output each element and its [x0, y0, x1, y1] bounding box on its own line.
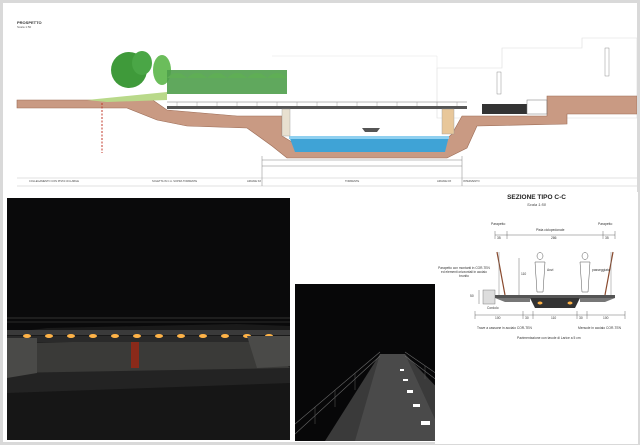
parapetto-right-label: Parapetto [598, 222, 613, 226]
elevation-drawing: PROSPETTO Scala 1:50 COLLEGAMENTO CON PI… [7, 8, 637, 194]
elevation-scale: Scala 1:50 [17, 25, 32, 29]
bottom-dim-2: 30 [525, 316, 529, 320]
mensole-label: Mensole in acciaio COR-TEN [578, 326, 622, 330]
section-cc-drawing: SEZIONE TIPO C-C Scala 1:50 Parapetto Pi… [435, 192, 638, 444]
parapetto-left-label: Parapetto [491, 222, 506, 226]
trave-label: Trave a cassone in acciaio COR-TEN [477, 326, 532, 330]
elevation-label: TORRENTE [345, 180, 360, 183]
dim-right: 35 [605, 236, 609, 240]
bottom-dim-4: 30 [579, 316, 583, 320]
elevation-graphic [16, 37, 637, 187]
figure-label-b: passeggiata [592, 268, 610, 272]
figure-label-a: Anzi [547, 268, 554, 272]
dim-left: 35 [497, 236, 501, 240]
elevation-label: COLLEGAMENTO CON PISTA CICLABILE [29, 180, 79, 183]
cordolo-label: Cordolo [487, 306, 499, 310]
elevation-label: ARGINE SX [247, 180, 262, 183]
night-render-bridge-side [7, 198, 290, 440]
rail-height: 110 [521, 272, 527, 276]
dim-center: 286 [551, 236, 557, 240]
bottom-dim-5: 100 [603, 316, 609, 320]
height-dim: 50 [470, 294, 474, 298]
elevation-label: INTERVENTO [463, 180, 480, 183]
elevation-label: SOLETTA IN C.A. SOPRA TORRENTE [152, 180, 198, 183]
parapet-note: Parapetto con montanti in COR-TEN ed ele… [438, 266, 490, 278]
bottom-dim-3: 110 [551, 316, 557, 320]
presentation-sheet: PROSPETTO Scala 1:50 COLLEGAMENTO CON PI… [3, 3, 638, 444]
elevation-label: ARGINE DX [437, 180, 452, 183]
night-render-graphic [7, 198, 290, 440]
pavimentazione-label: Pavimentazione con tavole di Larice a 5 … [517, 336, 581, 340]
bottom-dim-1: 100 [495, 316, 501, 320]
pista-label: Pista ciclopedonale [536, 228, 565, 232]
